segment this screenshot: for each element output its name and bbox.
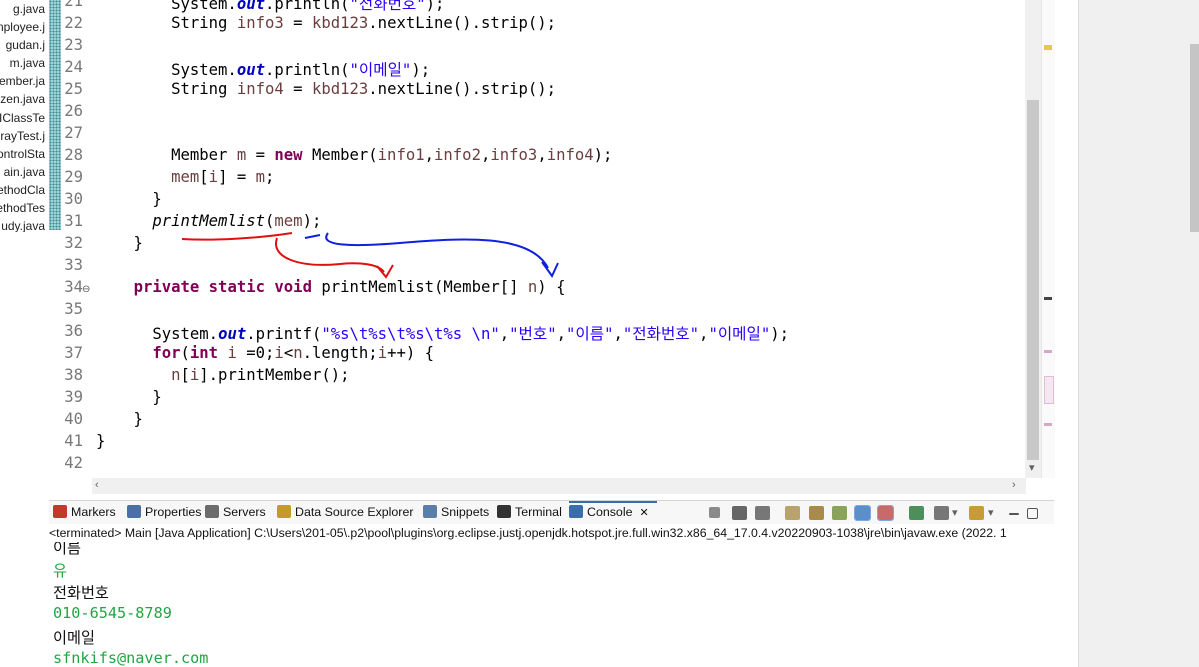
red-arrow-head bbox=[376, 264, 394, 279]
tab-label: Console bbox=[587, 505, 633, 519]
show-on-stderr-icon[interactable] bbox=[877, 505, 894, 521]
scroll-right-icon[interactable]: › bbox=[1012, 479, 1016, 491]
tab-label: Properties bbox=[145, 505, 202, 519]
console-input-line: sfnkifs@naver.com bbox=[53, 648, 209, 667]
tab-markers[interactable]: Markers bbox=[53, 505, 116, 519]
display-console-icon[interactable] bbox=[934, 506, 949, 520]
chevron-down-icon[interactable]: ▾ bbox=[988, 506, 994, 519]
console-output-line: 이름 bbox=[53, 542, 81, 557]
properties-icon bbox=[127, 505, 141, 518]
scroll-lock-icon[interactable] bbox=[809, 506, 824, 520]
console-output[interactable]: 이름유전화번호 010-6545-8789 이메일 sfnkifs@naver.com bbox=[49, 542, 1054, 667]
tab-label: Servers bbox=[223, 505, 266, 519]
editor-horizontal-scrollbar[interactable]: ‹ › bbox=[92, 478, 1026, 494]
tab-snippets[interactable]: Snippets bbox=[423, 505, 489, 519]
console-tab-underline bbox=[569, 501, 657, 503]
console-output-line: 전화번호 bbox=[53, 584, 109, 602]
clear-console-icon[interactable] bbox=[785, 506, 800, 520]
annotation-marker-icon[interactable] bbox=[1044, 350, 1052, 353]
views-tab-bar: Markers Properties Servers Data Source Expl… bbox=[49, 500, 1054, 526]
remove-all-icon[interactable] bbox=[755, 506, 770, 520]
console-icon bbox=[569, 505, 583, 518]
console-input-line: 유 bbox=[53, 561, 67, 580]
tab-data-source-explorer[interactable]: Data Source Explorer bbox=[277, 505, 413, 519]
red-underline bbox=[181, 232, 293, 241]
annotation-marker-icon[interactable] bbox=[1044, 423, 1052, 426]
tab-label: Snippets bbox=[441, 505, 490, 519]
blue-arrow-head bbox=[541, 261, 559, 278]
tab-properties[interactable]: Properties bbox=[127, 505, 201, 519]
terminal-icon bbox=[497, 505, 511, 518]
editor-scroll-thumb[interactable] bbox=[1027, 100, 1039, 460]
show-on-stdout-icon[interactable] bbox=[854, 505, 871, 521]
markers-icon bbox=[53, 505, 67, 518]
console-input-line: 010-6545-8789 bbox=[53, 603, 172, 622]
overview-ruler[interactable] bbox=[1041, 0, 1055, 478]
terminate-icon[interactable] bbox=[709, 507, 720, 518]
maximize-icon[interactable] bbox=[1027, 508, 1038, 519]
warning-marker-icon[interactable] bbox=[1044, 45, 1052, 50]
annotation-marker-icon[interactable] bbox=[1044, 376, 1054, 404]
occurrence-marker-icon[interactable] bbox=[1044, 297, 1052, 300]
pin-console-icon[interactable] bbox=[909, 506, 924, 520]
tab-label: Data Source Explorer bbox=[295, 505, 414, 519]
chevron-down-icon[interactable]: ▾ bbox=[952, 506, 958, 519]
tab-label: Terminal bbox=[515, 505, 562, 519]
tab-terminal[interactable]: Terminal bbox=[497, 505, 562, 519]
remove-launch-icon[interactable] bbox=[732, 506, 747, 520]
servers-icon bbox=[205, 505, 219, 518]
scroll-down-icon[interactable]: ▾ bbox=[1029, 461, 1035, 474]
open-console-icon[interactable] bbox=[969, 506, 984, 520]
snippets-icon bbox=[423, 505, 437, 518]
scroll-left-icon[interactable]: ‹ bbox=[95, 479, 99, 491]
close-icon[interactable]: ✕ bbox=[639, 507, 648, 519]
tab-console[interactable]: Console ✕ bbox=[569, 505, 649, 519]
tab-label: Markers bbox=[71, 505, 116, 519]
datasource-icon bbox=[277, 505, 291, 518]
right-side-panel bbox=[1078, 0, 1199, 667]
tab-servers[interactable]: Servers bbox=[205, 505, 266, 519]
blue-underline bbox=[304, 234, 321, 239]
word-wrap-icon[interactable] bbox=[832, 506, 847, 520]
red-arrow-curve bbox=[274, 237, 385, 273]
minimize-icon[interactable] bbox=[1009, 513, 1019, 515]
console-output-line: 이메일 bbox=[53, 629, 95, 647]
window-scroll-thumb[interactable] bbox=[1190, 44, 1199, 232]
console-status-line: <terminated> Main [Java Application] C:\… bbox=[49, 524, 1054, 542]
